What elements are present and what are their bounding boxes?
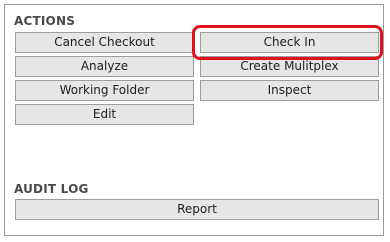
check-in-highlight-box	[192, 25, 383, 60]
analyze-button[interactable]: Analyze	[15, 56, 194, 77]
audit-log-section-title: AUDIT LOG	[14, 182, 89, 196]
actions-section-title: ACTIONS	[14, 14, 76, 28]
report-button[interactable]: Report	[15, 199, 379, 220]
cancel-checkout-button[interactable]: Cancel Checkout	[15, 32, 194, 53]
edit-button[interactable]: Edit	[15, 104, 194, 125]
working-folder-button[interactable]: Working Folder	[15, 80, 194, 101]
inspect-button[interactable]: Inspect	[200, 80, 379, 101]
